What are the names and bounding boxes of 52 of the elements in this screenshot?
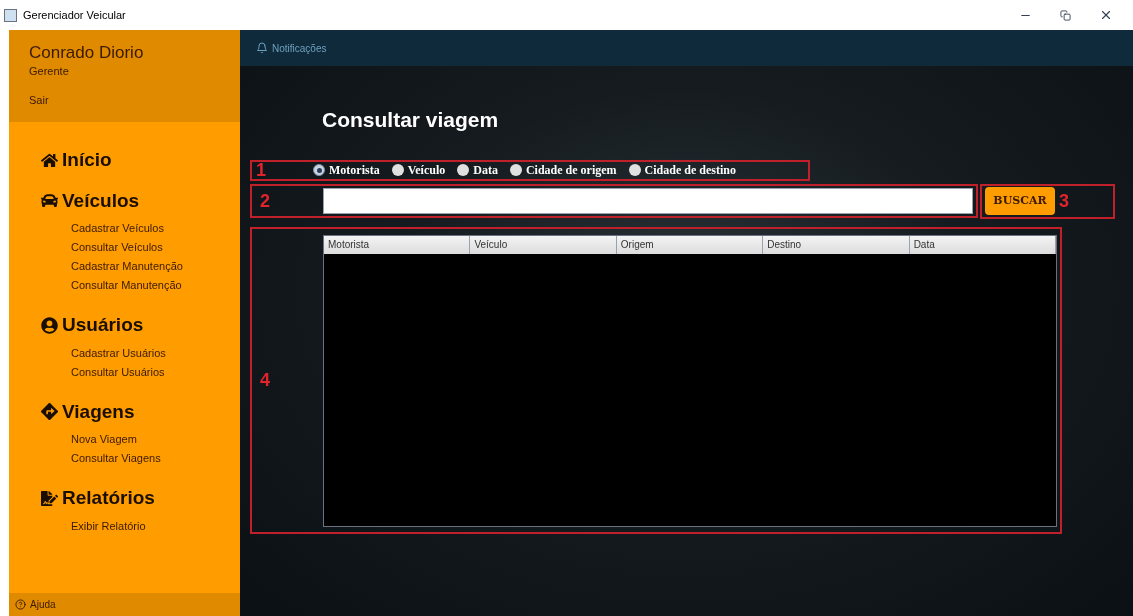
- window-title: Gerenciador Veicular: [23, 7, 126, 23]
- radio-option[interactable]: Data: [457, 161, 498, 179]
- sidebar-item[interactable]: Consultar Viagens: [71, 449, 161, 468]
- sidebar-item[interactable]: Cadastrar Usuários: [71, 343, 166, 363]
- app-icon: [4, 8, 17, 22]
- notifications-link[interactable]: Notificações: [272, 40, 327, 56]
- help-icon: [15, 599, 26, 610]
- direction-sign-icon: [41, 403, 58, 421]
- sidebar-item[interactable]: Consultar Usuários: [71, 362, 165, 382]
- home-icon: [41, 151, 58, 169]
- column-header[interactable]: Destino: [763, 235, 910, 254]
- sidebar-item[interactable]: Cadastrar Manutenção: [71, 257, 183, 276]
- radio-button[interactable]: [391, 164, 404, 176]
- sidebar-section[interactable]: Relatórios: [62, 484, 155, 513]
- radio-option[interactable]: Motorista: [313, 161, 380, 179]
- user-name: Conrado Diorio: [29, 42, 145, 64]
- sidebar-item[interactable]: Exibir Relatório: [71, 516, 146, 536]
- help-link[interactable]: Ajuda: [30, 597, 56, 612]
- radio-option[interactable]: Cidade de origem: [509, 161, 617, 179]
- user-role: Gerente: [29, 64, 70, 80]
- sidebar-item[interactable]: Consultar Veículos: [71, 238, 163, 257]
- sidebar-item[interactable]: Consultar Manutenção: [71, 276, 182, 295]
- document-icon: [41, 489, 58, 507]
- bell-icon: [256, 42, 268, 54]
- annotation-number: 2: [259, 191, 271, 210]
- radio-button[interactable]: [628, 164, 641, 176]
- annotation-number: 1: [255, 161, 267, 179]
- sidebar-section[interactable]: Usuários: [62, 311, 144, 340]
- annotation-number: 3: [1059, 192, 1069, 210]
- search-button[interactable]: BUSCAR: [985, 187, 1055, 215]
- close-icon[interactable]: [1099, 8, 1113, 22]
- column-header[interactable]: Veículo: [470, 235, 617, 254]
- sidebar-item[interactable]: Nova Viagem: [71, 430, 137, 449]
- page-title: Consultar viagem: [322, 107, 499, 133]
- radio-option[interactable]: Veículo: [391, 161, 446, 179]
- column-header[interactable]: Origem: [616, 235, 764, 254]
- sidebar-section[interactable]: Início: [62, 146, 112, 175]
- annotation-number: 4: [260, 371, 270, 389]
- radio-option[interactable]: Cidade de destino: [628, 161, 736, 179]
- search-field[interactable]: [323, 187, 973, 214]
- logout-link[interactable]: Sair: [29, 91, 49, 109]
- sidebar-item[interactable]: Cadastrar Veículos: [71, 219, 164, 238]
- radio-button[interactable]: [509, 164, 522, 176]
- radio-button[interactable]: [313, 164, 325, 176]
- sidebar-section[interactable]: Viagens: [62, 397, 135, 426]
- restore-icon[interactable]: [1060, 9, 1071, 21]
- column-header[interactable]: Motorista: [324, 235, 471, 254]
- radio-button[interactable]: [457, 164, 470, 176]
- column-header[interactable]: Data: [909, 235, 1057, 254]
- sidebar-section[interactable]: Veículos: [62, 186, 140, 215]
- user-icon: [41, 316, 58, 334]
- car-icon: [41, 192, 58, 210]
